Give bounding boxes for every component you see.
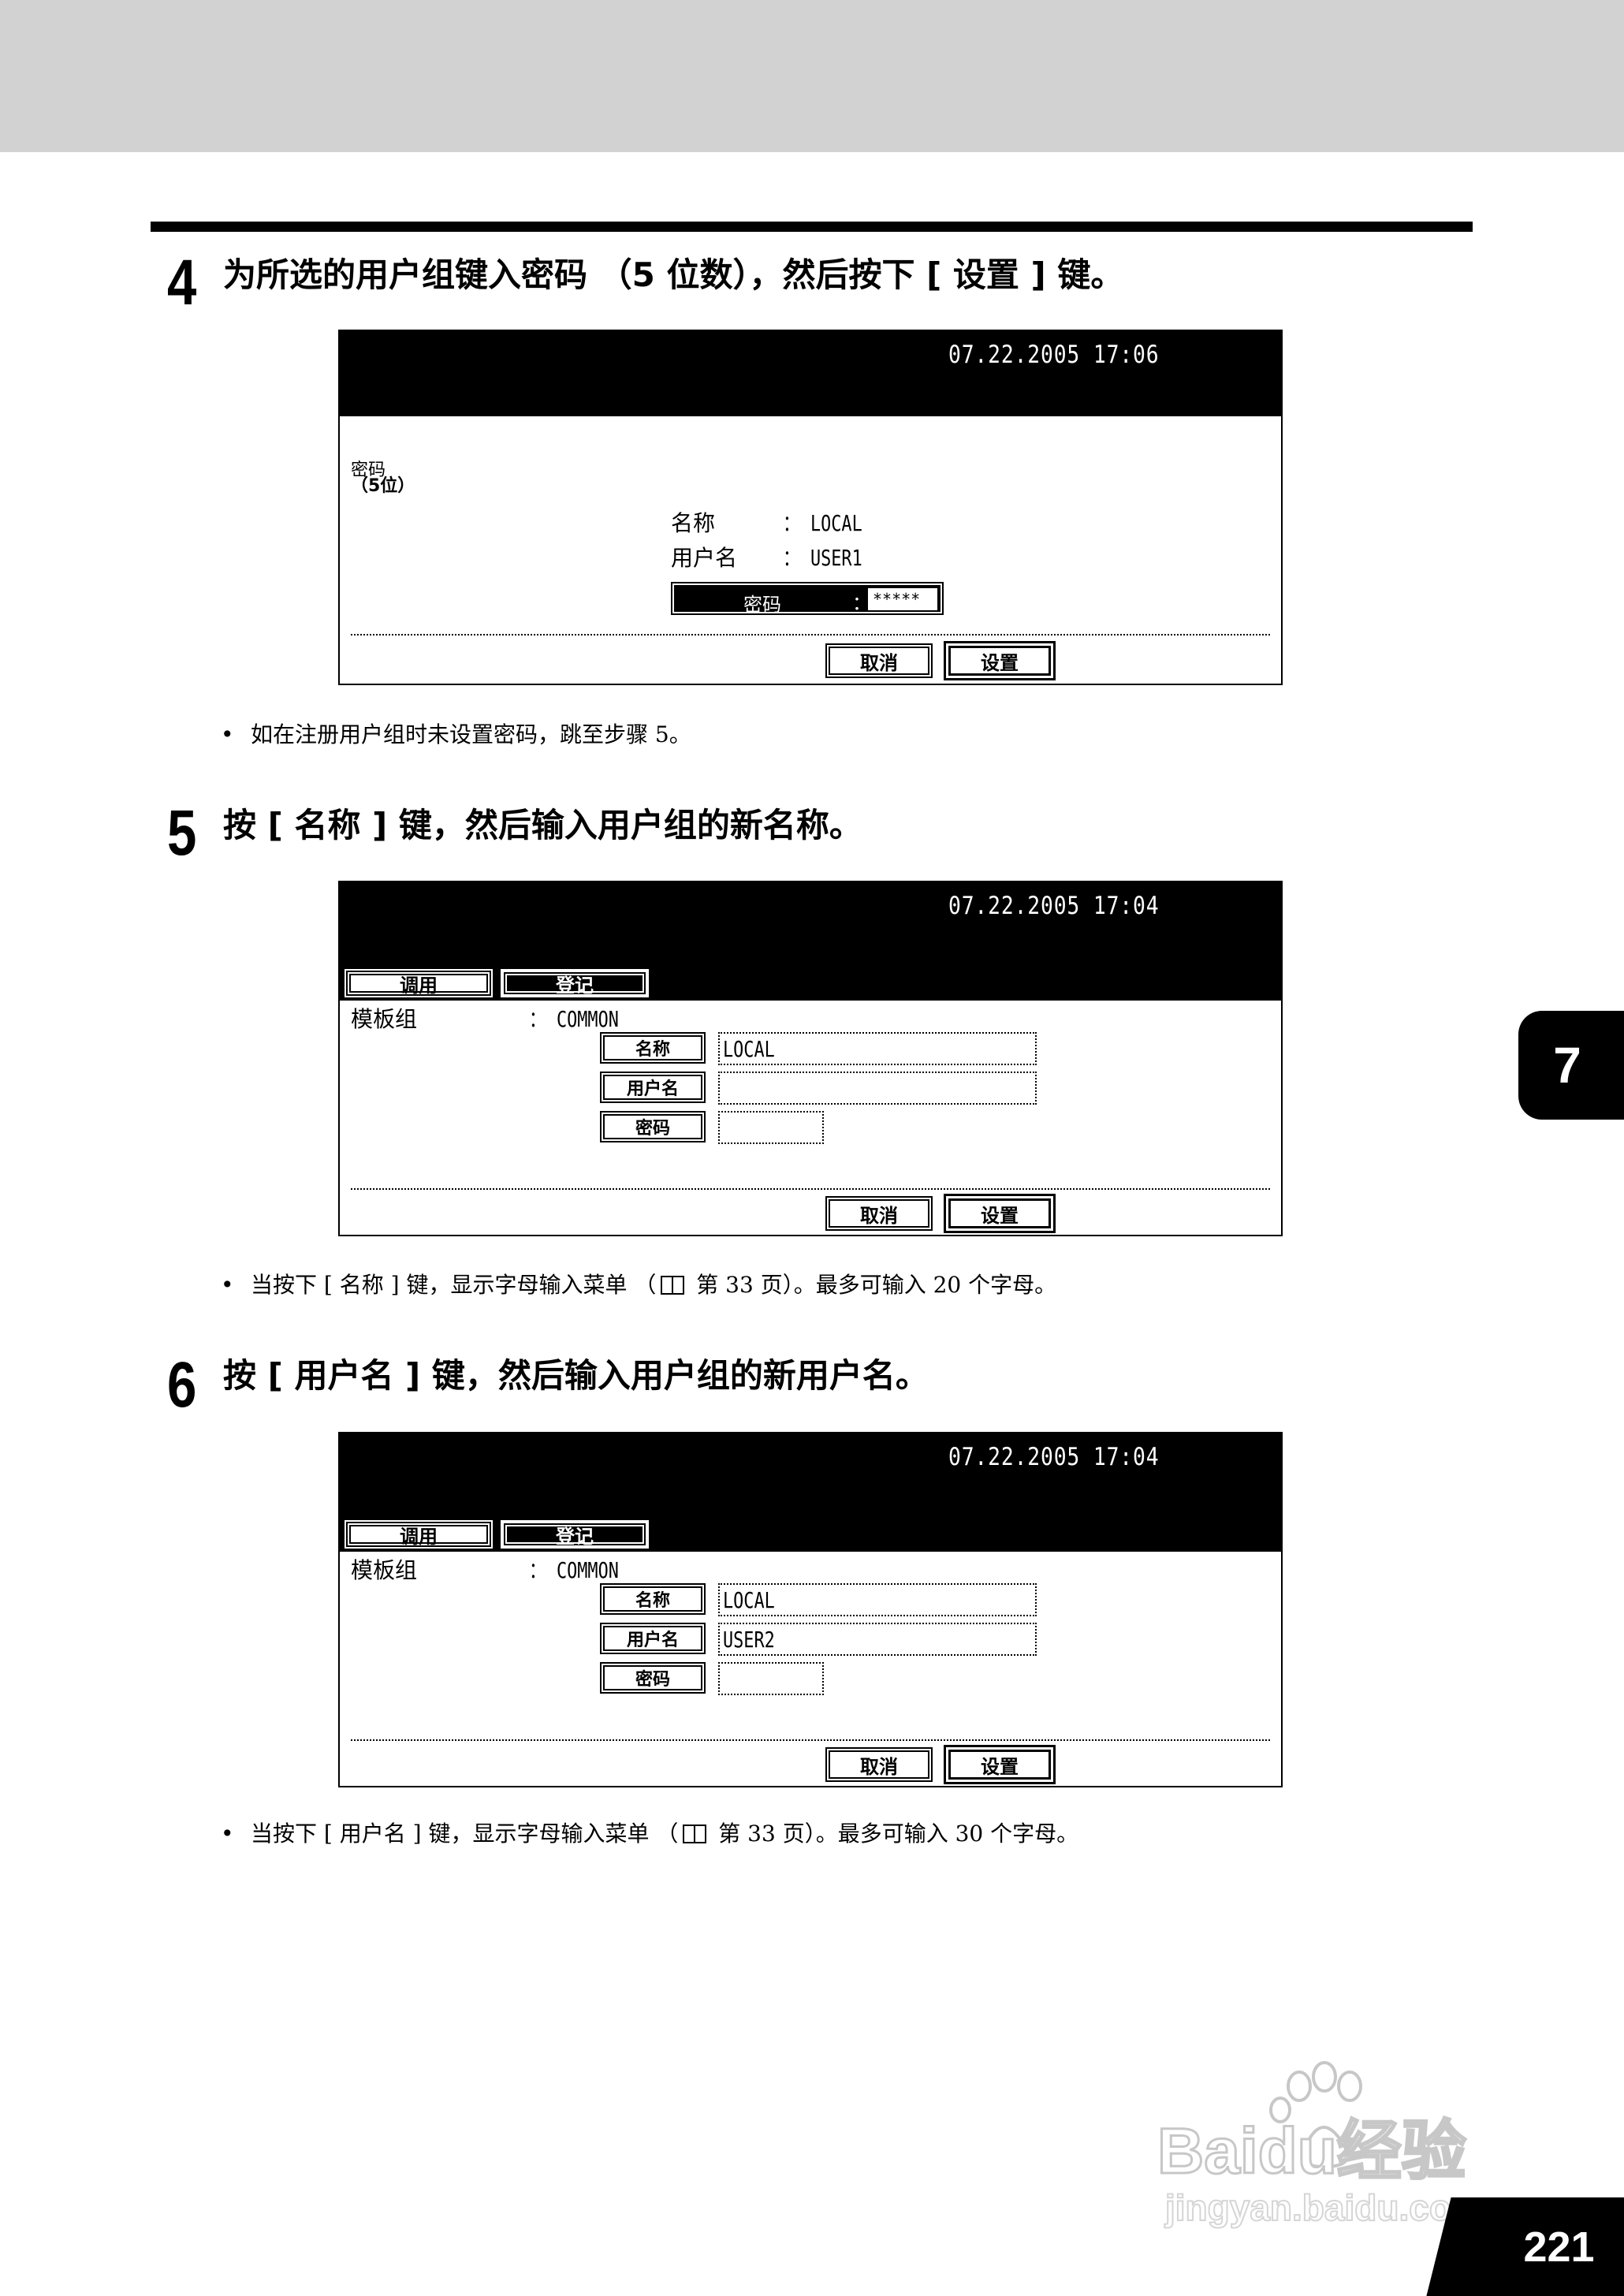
user-name-button[interactable]: 用户名 — [600, 1623, 706, 1654]
name-value: ： LOCAL — [783, 510, 862, 536]
cancel-button[interactable]: 取消 — [825, 643, 933, 678]
template-group-value: ： COMMON — [529, 1006, 619, 1032]
password-field[interactable] — [718, 1111, 824, 1144]
chapter-tab: 7 — [1518, 1011, 1624, 1120]
tab-register[interactable]: 登记 — [501, 1520, 649, 1549]
bullet: • — [221, 1272, 234, 1298]
set-button[interactable]: 设置 — [944, 641, 1056, 680]
datetime-display: 07.22.2005 17:04 — [948, 892, 1160, 920]
step-5-note-after: 第 33 页）。最多可输入 20 个字母。 — [689, 1272, 1057, 1298]
tab-recall[interactable]: 调用 — [345, 969, 493, 997]
tab-recall[interactable]: 调用 — [345, 1520, 493, 1549]
name-field[interactable]: LOCAL — [718, 1583, 1037, 1616]
password-hint-line2: （5位） — [351, 476, 415, 496]
step-4-note-text: 如在注册用户组时未设置密码，跳至步骤 5。 — [251, 721, 691, 747]
step-4-number: 4 — [167, 247, 197, 319]
screen-divider — [351, 1188, 1270, 1190]
step-5-title: 按 [ 名称 ] 键，然后输入用户组的新名称。 — [223, 806, 862, 844]
cancel-button[interactable]: 取消 — [825, 1747, 933, 1782]
set-button[interactable]: 设置 — [944, 1194, 1056, 1233]
password-entry-bar[interactable]: 密码 ： ***** — [671, 582, 944, 616]
template-group-label: 模板组 — [351, 1557, 418, 1583]
bullet: • — [221, 1821, 234, 1847]
datetime-display: 07.22.2005 17:04 — [948, 1443, 1160, 1471]
name-field[interactable]: LOCAL — [718, 1032, 1037, 1065]
step-6-note-before: 当按下 [ 用户名 ] 键，显示字母输入菜单 （ — [251, 1821, 679, 1847]
user-name-field[interactable] — [718, 1072, 1037, 1105]
password-button[interactable]: 密码 — [600, 1662, 706, 1694]
step-4-note: • 如在注册用户组时未设置密码，跳至步骤 5。 — [221, 724, 691, 746]
password-entry-label: 密码 — [743, 594, 781, 616]
user-name-field-value: USER2 — [723, 1626, 775, 1653]
step-6-screen: 07.22.2005 17:04 调用 登记 模板组 ： COMMON 名称 L… — [338, 1432, 1283, 1787]
password-entry-value: ***** — [868, 588, 937, 610]
bullet: • — [221, 721, 234, 747]
name-field-value: LOCAL — [723, 1586, 775, 1613]
screen-divider — [351, 634, 1270, 636]
step-6-note-after: 第 33 页）。最多可输入 30 个字母。 — [711, 1821, 1079, 1847]
name-button[interactable]: 名称 — [600, 1032, 706, 1064]
password-field[interactable] — [718, 1662, 824, 1695]
screen-header: 07.22.2005 17:06 — [340, 331, 1281, 416]
set-button[interactable]: 设置 — [944, 1745, 1056, 1784]
user-name-value: ： USER1 — [783, 545, 862, 571]
step-6-note: • 当按下 [ 用户名 ] 键，显示字母输入菜单 （ 第 33 页）。最多可输入 … — [221, 1823, 1078, 1845]
step-4-screen: 07.22.2005 17:06 密码 （5位） 名称 ： LOCAL 用户名 … — [338, 330, 1283, 685]
template-group-label: 模板组 — [351, 1006, 418, 1032]
book-icon — [661, 1276, 685, 1295]
user-name-button[interactable]: 用户名 — [600, 1072, 706, 1103]
datetime-display: 07.22.2005 17:06 — [948, 341, 1160, 369]
step-5-note-before: 当按下 [ 名称 ] 键，显示字母输入菜单 （ — [251, 1272, 657, 1298]
step-5-note: • 当按下 [ 名称 ] 键，显示字母输入菜单 （ 第 33 页）。最多可输入 2… — [221, 1274, 1056, 1296]
user-name-label: 用户名 — [671, 545, 738, 571]
step-5-number: 5 — [167, 797, 197, 869]
watermark-url: jingyan.baidu.com — [1164, 2187, 1484, 2228]
tab-register[interactable]: 登记 — [501, 969, 649, 997]
step-6-number: 6 — [167, 1349, 197, 1421]
section-rule — [151, 222, 1473, 232]
name-label: 名称 — [671, 510, 716, 536]
template-group-value: ： COMMON — [529, 1557, 619, 1583]
step-4-title: 为所选的用户组键入密码 （5 位数），然后按下 [ 设置 ] 键。 — [223, 255, 1124, 294]
screen-header: 07.22.2005 17:04 调用 登记 — [340, 1433, 1281, 1552]
screen-divider — [351, 1739, 1270, 1741]
cancel-button[interactable]: 取消 — [825, 1196, 933, 1231]
password-button[interactable]: 密码 — [600, 1111, 706, 1142]
watermark-logo-text: Baidu经验 — [1157, 2115, 1466, 2187]
book-icon — [683, 1824, 707, 1843]
step-6-title: 按 [ 用户名 ] 键，然后输入用户组的新用户名。 — [223, 1356, 929, 1395]
screen-header: 07.22.2005 17:04 调用 登记 — [340, 882, 1281, 1001]
name-button[interactable]: 名称 — [600, 1583, 706, 1615]
name-field-value: LOCAL — [723, 1035, 775, 1062]
page-number: 221 — [1462, 2197, 1624, 2296]
user-name-field[interactable]: USER2 — [718, 1623, 1037, 1656]
top-gray-band — [0, 0, 1624, 152]
step-5-screen: 07.22.2005 17:04 调用 登记 模板组 ： COMMON 名称 L… — [338, 881, 1283, 1236]
